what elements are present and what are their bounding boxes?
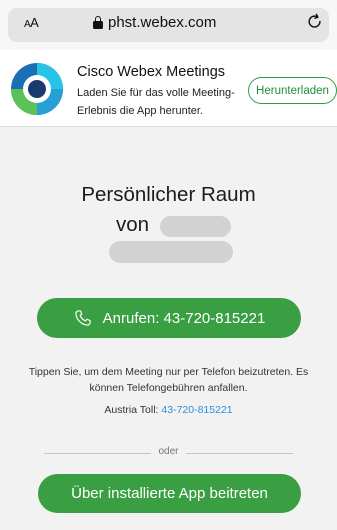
browser-address-bar: AA phst.webex.com — [0, 0, 337, 50]
redacted-name-part — [160, 216, 231, 237]
phone-icon — [75, 310, 91, 326]
reload-icon[interactable] — [306, 13, 324, 31]
toll-number-link[interactable]: 43-720-815221 — [161, 404, 232, 416]
webex-logo — [11, 63, 63, 115]
divider-line-right — [186, 453, 293, 454]
download-button[interactable]: Herunterladen — [248, 77, 337, 104]
or-divider: oder — [44, 446, 293, 460]
banner-app-name: Cisco Webex Meetings — [77, 64, 226, 80]
app-banner: Cisco Webex Meetings Laden Sie für das v… — [0, 50, 337, 127]
toll-row: Austria Toll: 43-720-815221 — [0, 404, 337, 416]
call-button-label: Anrufen: 43-720-815221 — [102, 309, 266, 327]
toll-label: Austria Toll: — [104, 404, 159, 416]
url-display[interactable]: phst.webex.com — [93, 14, 216, 31]
host-name-row: von — [0, 213, 337, 241]
join-with-app-button[interactable]: Über installierte App beitreten — [38, 474, 301, 513]
von-label: von — [116, 213, 150, 236]
lock-icon — [93, 16, 103, 29]
page-title: Persönlicher Raum — [81, 183, 256, 206]
text-size-button[interactable]: AA — [24, 15, 39, 30]
text-size-label: AA — [24, 15, 39, 30]
redacted-name-part-2 — [109, 241, 233, 263]
call-button[interactable]: Anrufen: 43-720-815221 — [37, 298, 301, 338]
call-info-text: Tippen Sie, um dem Meeting nur per Telef… — [28, 366, 309, 394]
divider-label: oder — [158, 446, 179, 457]
banner-description: Laden Sie für das volle Meeting-Erlebnis… — [77, 87, 235, 117]
url-text: phst.webex.com — [108, 14, 217, 31]
